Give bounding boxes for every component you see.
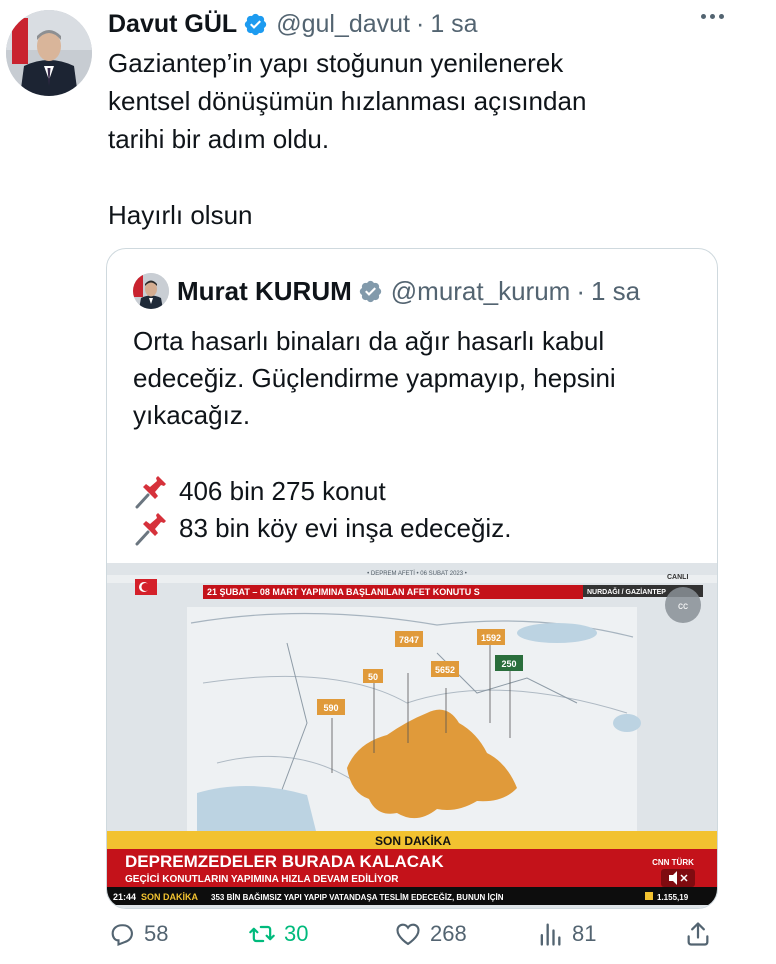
share-icon xyxy=(687,922,709,946)
separator-dot: · xyxy=(416,9,425,38)
views-button[interactable]: 81 xyxy=(536,920,596,948)
media-headline: DEPREMZEDELER BURADA KALACAK xyxy=(125,852,444,871)
author-name[interactable]: Davut GÜL xyxy=(108,10,237,39)
quoted-media-video[interactable]: 7847 1592 50 5652 250 590 • DEPREM AFETİ… xyxy=(107,563,717,908)
quoted-tweet-text: Orta hasarlı binaları da ağır hasarlı ka… xyxy=(133,326,616,430)
marker-label: 1592 xyxy=(481,633,501,643)
ticker-text: 353 BİN BAĞIMSIZ YAPI YAPIP VATANDAŞA TE… xyxy=(211,893,504,902)
ticker-label: SON DAKİKA xyxy=(141,892,199,902)
views-count: 81 xyxy=(572,921,597,946)
quoted-author-handle: @murat_kurum xyxy=(390,275,571,306)
marker-label: 50 xyxy=(368,672,378,682)
live-label: CANLI xyxy=(667,574,688,581)
tweet-actions: 58 30 268 81 xyxy=(106,920,718,956)
mute-icon[interactable] xyxy=(661,869,695,887)
retweet-count: 30 xyxy=(284,921,309,946)
son-dakika-label: SON DAKİKA xyxy=(375,833,451,848)
heart-icon xyxy=(396,923,420,946)
quoted-line-village: 83 bin köy evi inşa edeceğiz. xyxy=(179,513,512,543)
like-button[interactable]: 268 xyxy=(394,920,467,948)
quoted-tweet-header: Murat KURUM @murat_kurum · 1 sa xyxy=(133,271,640,311)
media-banner: 21 ŞUBAT – 08 MART YAPIMINA BAŞLANILAN A… xyxy=(207,587,480,597)
pushpin-icon xyxy=(135,512,166,545)
verified-badge-icon xyxy=(243,12,268,37)
marker-label: 590 xyxy=(323,703,338,713)
tweet-time[interactable]: 1 sa xyxy=(430,10,477,39)
tweet[interactable]: Davut GÜL @gul_davut · 1 sa Gaziantep’in… xyxy=(0,0,776,964)
tweet-header: Davut GÜL @gul_davut · 1 sa xyxy=(108,8,478,40)
quoted-list-item: 83 bin köy evi inşa edeceğiz. xyxy=(133,510,511,547)
marker-label: 7847 xyxy=(399,635,419,645)
quoted-verified-badge-icon xyxy=(358,279,383,304)
quoted-list-item: 406 bin 275 konut xyxy=(133,473,386,510)
author-handle[interactable]: @gul_davut xyxy=(276,10,410,39)
reply-count: 58 xyxy=(144,921,169,946)
pushpin-icon xyxy=(135,475,166,508)
share-button[interactable] xyxy=(684,920,712,948)
quoted-tweet[interactable]: Murat KURUM @murat_kurum · 1 sa Orta has… xyxy=(106,248,718,909)
like-count: 268 xyxy=(430,921,467,946)
quoted-author-avatar xyxy=(133,273,169,309)
svg-text:cc: cc xyxy=(678,601,688,612)
quoted-line-houses: 406 bin 275 konut xyxy=(179,476,386,506)
ticker-time: 21:44 xyxy=(113,892,136,902)
marker-label: 250 xyxy=(501,659,516,669)
quoted-separator-dot: · xyxy=(576,275,585,306)
channel-logo: CNN TÜRK xyxy=(652,858,694,867)
reply-icon xyxy=(111,924,133,947)
media-subheadline: GEÇİCİ KONUTLARIN YAPIMINA HIZLA DEVAM E… xyxy=(125,872,399,885)
more-options-icon[interactable] xyxy=(701,14,724,19)
author-avatar[interactable] xyxy=(6,10,92,96)
media-location: NURDAĞI / GAZİANTEP xyxy=(587,587,666,596)
marker-label: 5652 xyxy=(435,665,455,675)
ticker-value: 1.155,19 xyxy=(657,893,689,902)
tweet-text: Gaziantep’in yapı stoğunun yenilenerek k… xyxy=(108,48,587,230)
retweet-button[interactable]: 30 xyxy=(248,920,308,948)
quoted-tweet-time: 1 sa xyxy=(591,275,641,306)
analytics-icon xyxy=(540,923,561,946)
retweet-icon xyxy=(249,925,275,943)
reply-button[interactable]: 58 xyxy=(108,920,168,948)
quoted-author-name: Murat KURUM xyxy=(177,275,352,306)
